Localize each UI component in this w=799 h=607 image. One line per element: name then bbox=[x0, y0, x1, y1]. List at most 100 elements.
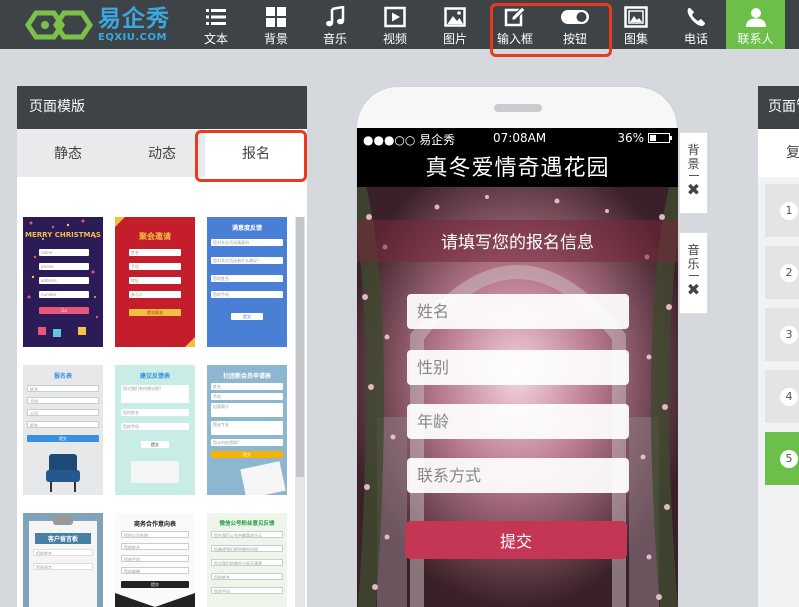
template-thumbnail-club-member[interactable]: 社团新会员申请表 姓名 手机 自我简介 擅长专长 您从何处得知? 提交 bbox=[207, 365, 287, 495]
template-button: 提交 bbox=[141, 441, 169, 448]
background-side-button[interactable]: 背景 ✖ bbox=[679, 132, 708, 214]
gender-input[interactable] bbox=[407, 350, 629, 385]
toolbar-contact-button[interactable]: 联系人 bbox=[726, 0, 785, 49]
age-input[interactable] bbox=[407, 404, 629, 439]
form-subtitle[interactable]: 请填写您的报名信息 bbox=[357, 228, 678, 253]
template-field: 您的姓名 bbox=[211, 573, 283, 580]
template-field: name bbox=[39, 249, 89, 256]
close-icon[interactable]: ✖ bbox=[687, 180, 700, 199]
template-field: number bbox=[39, 291, 89, 298]
music-note-icon bbox=[326, 6, 345, 27]
toolbar-background-button[interactable]: 背景 bbox=[247, 0, 305, 49]
template-thumbnail-satisfaction[interactable]: 满意度反馈 您对本次活动满意吗 您对本次活动有什么建议? 您的姓名 您的手机 提… bbox=[207, 217, 287, 347]
template-field: 您的公司名称 bbox=[121, 531, 189, 538]
side-button-label: 背景 bbox=[687, 143, 700, 171]
phone-preview: ●●●○○ 易企秀 07:08AM 36% 真冬爱情奇遇花园 请填写您的报名信息… bbox=[356, 86, 678, 607]
toolbar-label: 音乐 bbox=[322, 32, 347, 46]
toolbar-input-button[interactable]: 输入框 bbox=[486, 0, 544, 49]
template-field: 您的姓名 bbox=[121, 543, 189, 550]
template-scrollbar[interactable] bbox=[295, 217, 305, 607]
close-icon[interactable]: ✖ bbox=[687, 280, 700, 299]
copy-page-button[interactable]: 复制 bbox=[758, 129, 799, 209]
template-thumbnail-suggestion[interactable]: 建议反馈表 您对我们有何建议呢? 您的姓名 您的手机 提交 bbox=[115, 365, 195, 495]
template-button: 提交 bbox=[231, 313, 263, 320]
scrollbar-thumb[interactable] bbox=[296, 217, 304, 477]
template-field: 您的姓名 bbox=[211, 275, 283, 282]
logo[interactable]: 易企秀 EQXIU.COM bbox=[24, 6, 170, 44]
toolbar-button-button[interactable]: 按钮 bbox=[546, 0, 604, 49]
template-field: 您在我们公号中最喜欢什么 bbox=[211, 531, 283, 538]
page-item[interactable]: 3 bbox=[765, 308, 799, 361]
page-number: 5 bbox=[780, 450, 798, 468]
page-item[interactable]: 4 bbox=[765, 370, 799, 423]
template-title: MERRY CHRISTMAS bbox=[25, 231, 101, 239]
template-title: 满意度反馈 bbox=[231, 225, 262, 232]
template-field: 您的邮箱 bbox=[121, 567, 189, 574]
template-field: 您的手机 bbox=[211, 587, 283, 594]
toolbar-label: 联系人 bbox=[737, 32, 774, 46]
template-button: 提交 bbox=[211, 451, 283, 458]
page-title[interactable]: 真冬爱情奇遇花园 bbox=[357, 150, 678, 182]
template-thumbnail-christmas[interactable]: MERRY CHRISTMAS name phone address numbe… bbox=[23, 217, 103, 347]
template-button: 提交 bbox=[27, 435, 99, 442]
page-management-panel: 页面管理 复制 1 2 3 4 5 bbox=[758, 86, 799, 607]
corner-decoration bbox=[115, 217, 125, 227]
toolbar-label: 图集 bbox=[623, 32, 648, 46]
template-thumbnail-party-invite[interactable]: 聚会邀请 姓名 手机 地址 参与人 提交报名 bbox=[115, 217, 195, 347]
page-template-panel: 页面模版 静态 动态 报名 MERRY CHRISTMAS name phone… bbox=[17, 86, 307, 607]
grid-icon bbox=[266, 7, 286, 27]
template-field: 您的留言 bbox=[33, 563, 93, 570]
template-title: 社团新会员申请表 bbox=[222, 373, 271, 380]
divider bbox=[688, 275, 699, 276]
battery-level bbox=[650, 135, 656, 141]
name-input[interactable] bbox=[407, 294, 629, 329]
template-thumbnail-guestbook[interactable]: 客户留言板 您的姓名 您的留言 bbox=[23, 513, 103, 607]
panel-title: 页面管理 bbox=[758, 86, 799, 129]
template-thumbnail-business[interactable]: 商务合作意向表 您的公司名称 您的姓名 您的手机 您的邮箱 提交 bbox=[115, 513, 195, 607]
template-tabs: 静态 动态 报名 bbox=[17, 129, 307, 177]
template-title: 微信公号粉丝意见反馈 bbox=[219, 521, 275, 527]
toolbar-image-button[interactable]: 图片 bbox=[426, 0, 484, 49]
contact-person-icon bbox=[745, 8, 766, 27]
template-field: 您的姓名 bbox=[33, 549, 93, 556]
toolbar-gallery-button[interactable]: 图集 bbox=[607, 0, 665, 49]
tab-static[interactable]: 静态 bbox=[17, 129, 119, 177]
page-item[interactable]: 2 bbox=[765, 246, 799, 299]
page-item[interactable]: 1 bbox=[765, 184, 799, 237]
template-button: 提交报名 bbox=[129, 309, 181, 316]
corner-decoration bbox=[155, 593, 195, 607]
text-list-icon bbox=[206, 9, 226, 25]
toolbar-video-button[interactable]: 视频 bbox=[366, 0, 424, 49]
template-thumbnail-signup-form[interactable]: 报名表 姓名 手机 公司 职务 提交 bbox=[23, 365, 103, 495]
toolbar-label: 电话 bbox=[683, 32, 708, 46]
page-number: 3 bbox=[780, 326, 798, 344]
template-thumbnail-wechat-feedback[interactable]: 微信公号粉丝意见反馈 您在我们公号中最喜欢什么 您希望我们提供哪些内容 您对我们… bbox=[207, 513, 287, 607]
template-field: 您对我们有何建议呢? bbox=[121, 385, 189, 403]
toolbar-music-button[interactable]: 音乐 bbox=[306, 0, 364, 49]
template-field: 姓名 bbox=[27, 385, 99, 392]
template-field: phone bbox=[39, 263, 89, 270]
template-field: 您的手机 bbox=[121, 555, 189, 562]
tab-dynamic[interactable]: 动态 bbox=[119, 129, 205, 177]
template-title: 客户留言板 bbox=[35, 533, 91, 544]
image-icon bbox=[444, 7, 466, 27]
toolbar-text-button[interactable]: 文本 bbox=[187, 0, 245, 49]
template-field: 手机 bbox=[129, 263, 181, 270]
status-bar: ●●●○○ 易企秀 07:08AM 36% bbox=[357, 128, 678, 148]
corner-decoration bbox=[115, 593, 155, 607]
template-field: 手机 bbox=[211, 393, 283, 400]
template-field: 职务 bbox=[27, 421, 99, 428]
tab-signup[interactable]: 报名 bbox=[205, 129, 307, 177]
contact-input[interactable] bbox=[407, 458, 629, 493]
phone-icon bbox=[687, 8, 705, 26]
logo-mark-icon bbox=[24, 10, 94, 40]
template-field: 您的手机 bbox=[211, 291, 283, 298]
submit-button[interactable]: 提交 bbox=[405, 521, 627, 559]
music-side-button[interactable]: 音乐 ✖ bbox=[679, 232, 708, 314]
template-field: 擅长专长 bbox=[211, 421, 283, 435]
template-field: 您对我们的哪些方面不满意 bbox=[211, 559, 283, 566]
clipboard-clip-icon bbox=[53, 515, 73, 525]
page-item-active[interactable]: 5 bbox=[765, 432, 799, 485]
template-field: 您对本次活动有什么建议? bbox=[211, 257, 283, 264]
toolbar-phone-button[interactable]: 电话 bbox=[667, 0, 725, 49]
